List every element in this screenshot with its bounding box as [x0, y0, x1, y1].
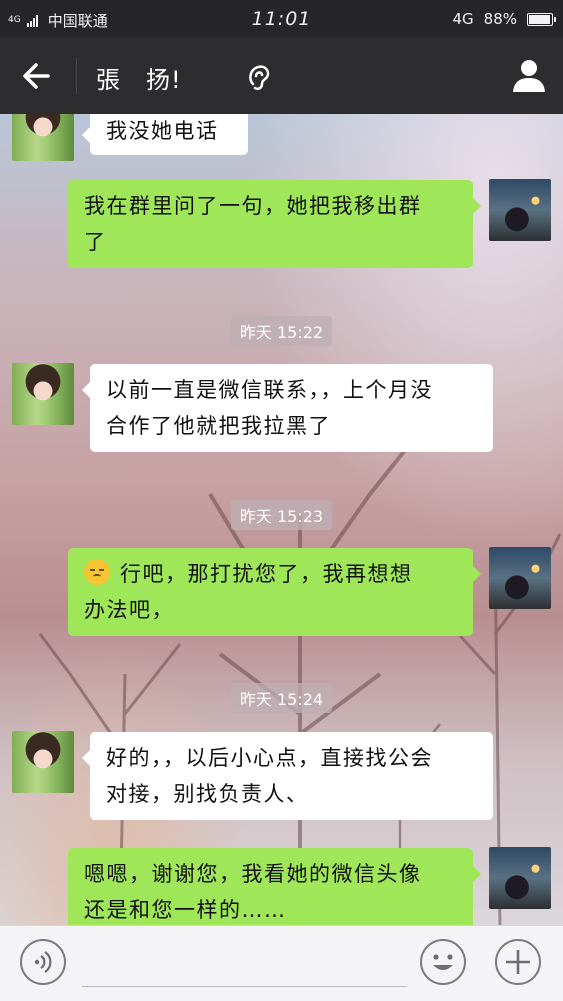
- timestamp-label: 昨天 15:24: [230, 683, 333, 713]
- message-bubble-sent[interactable]: 行吧，那打扰您了，我再想想 办法吧，: [68, 548, 481, 636]
- message-text-line: 以前一直是微信联系，，上个月没: [106, 378, 433, 402]
- header-divider: [76, 58, 77, 94]
- network-type: 4G: [452, 10, 474, 28]
- battery-icon: [527, 12, 556, 26]
- timestamp-label: 昨天 15:22: [230, 316, 333, 346]
- message-bubble-sent[interactable]: 我在群里问了一句，她把我移出群 了: [68, 180, 481, 268]
- emoji-icon[interactable]: [420, 939, 466, 985]
- contact-avatar[interactable]: [12, 114, 74, 161]
- message-text-line: 了: [84, 230, 107, 254]
- ear-icon: [245, 62, 273, 92]
- battery-fill: [529, 14, 551, 24]
- timestamp: 昨天 15:24: [0, 683, 563, 713]
- input-bar: [0, 925, 563, 1001]
- plus-icon[interactable]: [495, 939, 541, 985]
- message-text-line: 我在群里问了一句，她把我移出群: [84, 194, 422, 218]
- timestamp: 昨天 15:23: [0, 500, 563, 530]
- chat-header: 張 扬!: [0, 38, 563, 114]
- message-text-line: 好的，，以后小心点，直接找公会: [106, 746, 433, 770]
- contact-name[interactable]: 張 扬!: [96, 60, 182, 95]
- status-bar: 4G 中国联通 11:01 4G 88%: [0, 0, 563, 38]
- message-bubble-received[interactable]: 好的，，以后小心点，直接找公会 对接，别找负责人、: [82, 732, 493, 820]
- message-text-line: 嗯嗯，谢谢您，我看她的微信头像: [84, 862, 422, 886]
- message-bubble-sent[interactable]: 嗯嗯，谢谢您，我看她的微信头像 还是和您一样的……: [68, 848, 481, 925]
- timestamp-label: 昨天 15:23: [230, 500, 333, 530]
- message-text: 我没她电话: [106, 119, 219, 143]
- message-input[interactable]: [82, 986, 407, 987]
- contact-avatar[interactable]: [12, 731, 74, 793]
- message-text-line: 合作了他就把我拉黑了: [106, 414, 331, 438]
- my-avatar[interactable]: [489, 547, 551, 609]
- timestamp: 昨天 15:22: [0, 316, 563, 346]
- pensive-face-emoji: [84, 559, 110, 585]
- message-text-line: 对接，别找负责人、: [106, 782, 309, 806]
- voice-icon[interactable]: [20, 939, 66, 985]
- status-right: 4G 88%: [452, 10, 556, 28]
- my-avatar[interactable]: [489, 179, 551, 241]
- message-text-line: 行吧，那打扰您了，我再想想: [120, 562, 413, 586]
- back-arrow-icon[interactable]: [18, 58, 58, 94]
- my-avatar[interactable]: [489, 847, 551, 909]
- chat-area[interactable]: 我没她电话 我在群里问了一句，她把我移出群 了 昨天 15:22 以前一直是微信…: [0, 114, 563, 925]
- message-text-line: 办法吧，: [84, 598, 174, 622]
- message-text-line: 还是和您一样的……: [84, 898, 287, 922]
- message-bubble-received[interactable]: 我没她电话: [82, 114, 248, 155]
- contact-avatar[interactable]: [12, 363, 74, 425]
- message-bubble-received[interactable]: 以前一直是微信联系，，上个月没 合作了他就把我拉黑了: [82, 364, 493, 452]
- person-icon[interactable]: [507, 54, 551, 98]
- battery-percent: 88%: [483, 10, 517, 28]
